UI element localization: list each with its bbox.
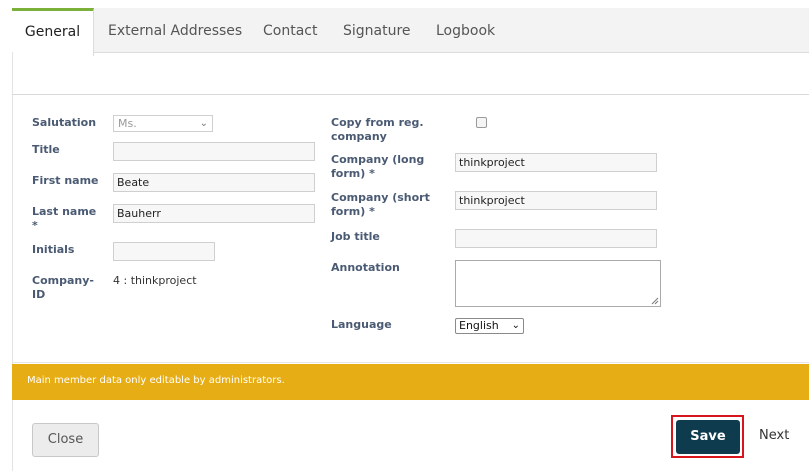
salutation-select[interactable]: Ms. ⌄: [113, 115, 213, 132]
job-title-label: Job title: [331, 230, 380, 243]
initials-input[interactable]: [113, 242, 215, 261]
save-button[interactable]: Save: [676, 420, 740, 454]
first-name-label: First name: [32, 174, 99, 187]
last-name-label: Last name *: [32, 205, 97, 232]
tab-bar: General External Addresses Contact Signa…: [12, 8, 809, 56]
tab-label: Contact: [263, 23, 318, 39]
tab-label: Logbook: [436, 23, 496, 39]
tab-logbook[interactable]: Logbook: [436, 8, 495, 52]
banner-text: Main member data only editable by admini…: [27, 375, 285, 386]
tab-external-addresses[interactable]: External Addresses: [108, 8, 242, 52]
last-name-input[interactable]: Bauherr: [113, 204, 315, 223]
copy-from-reg-company-checkbox[interactable]: [476, 117, 487, 128]
close-button[interactable]: Close: [32, 423, 99, 457]
language-label: Language: [331, 318, 392, 331]
company-short-label: Company (short form) *: [331, 191, 430, 218]
chevron-down-icon: ⌄: [511, 320, 520, 331]
tab-general[interactable]: General: [12, 8, 94, 56]
tab-contact[interactable]: Contact: [263, 8, 317, 52]
salutation-value: Ms.: [118, 117, 137, 130]
annotation-label: Annotation: [331, 261, 400, 274]
divider: [12, 94, 809, 95]
company-short-input[interactable]: thinkproject: [455, 191, 657, 210]
admin-notice-banner: Main member data only editable by admini…: [12, 364, 809, 400]
salutation-label: Salutation: [32, 116, 97, 129]
annotation-textarea[interactable]: [455, 260, 661, 307]
tab-label: General: [24, 24, 81, 40]
chevron-down-icon: ⌄: [199, 118, 208, 129]
resize-handle-icon[interactable]: [651, 297, 659, 305]
copy-from-reg-company-label: Copy from reg. company: [331, 116, 424, 143]
next-button[interactable]: Next: [759, 428, 789, 443]
title-label: Title: [32, 143, 60, 156]
language-select[interactable]: English ⌄: [455, 318, 524, 334]
tab-label: External Addresses: [108, 23, 243, 39]
title-input[interactable]: [113, 142, 315, 161]
initials-label: Initials: [32, 243, 75, 256]
tab-label: Signature: [343, 23, 411, 39]
company-long-label: Company (long form) *: [331, 153, 425, 180]
tab-signature[interactable]: Signature: [343, 8, 411, 52]
job-title-input[interactable]: [455, 229, 657, 248]
divider: [12, 362, 809, 363]
first-name-input[interactable]: Beate: [113, 173, 315, 192]
company-id-value: 4 : thinkproject: [113, 274, 197, 287]
company-long-input[interactable]: thinkproject: [455, 153, 657, 172]
language-value: English: [459, 319, 499, 332]
company-id-label: Company-ID: [32, 274, 94, 301]
panel-border: [12, 52, 13, 471]
